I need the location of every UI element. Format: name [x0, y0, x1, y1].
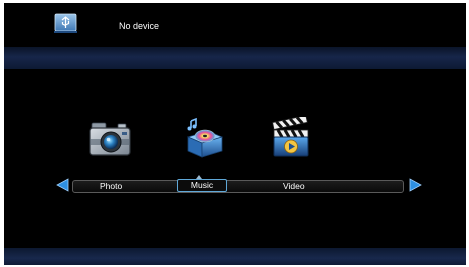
music-box-icon[interactable] — [182, 115, 226, 161]
camera-icon[interactable] — [88, 117, 134, 159]
usb-device-icon — [54, 13, 77, 33]
top-decorative-band — [4, 47, 466, 69]
menu-item-video[interactable]: Video — [283, 181, 305, 192]
media-menu-bar: Photo Music Video — [72, 179, 404, 193]
media-player-screen: No device Photo Music Video — [4, 3, 466, 265]
bottom-decorative-band — [4, 248, 466, 265]
scroll-left-arrow-icon[interactable] — [56, 178, 69, 192]
menu-item-music[interactable]: Music — [177, 179, 227, 192]
clapperboard-icon[interactable] — [270, 117, 312, 159]
header-bar: No device — [4, 3, 466, 46]
scroll-right-arrow-icon[interactable] — [409, 178, 422, 192]
device-status-text: No device — [119, 21, 160, 31]
menu-item-photo[interactable]: Photo — [100, 181, 122, 192]
